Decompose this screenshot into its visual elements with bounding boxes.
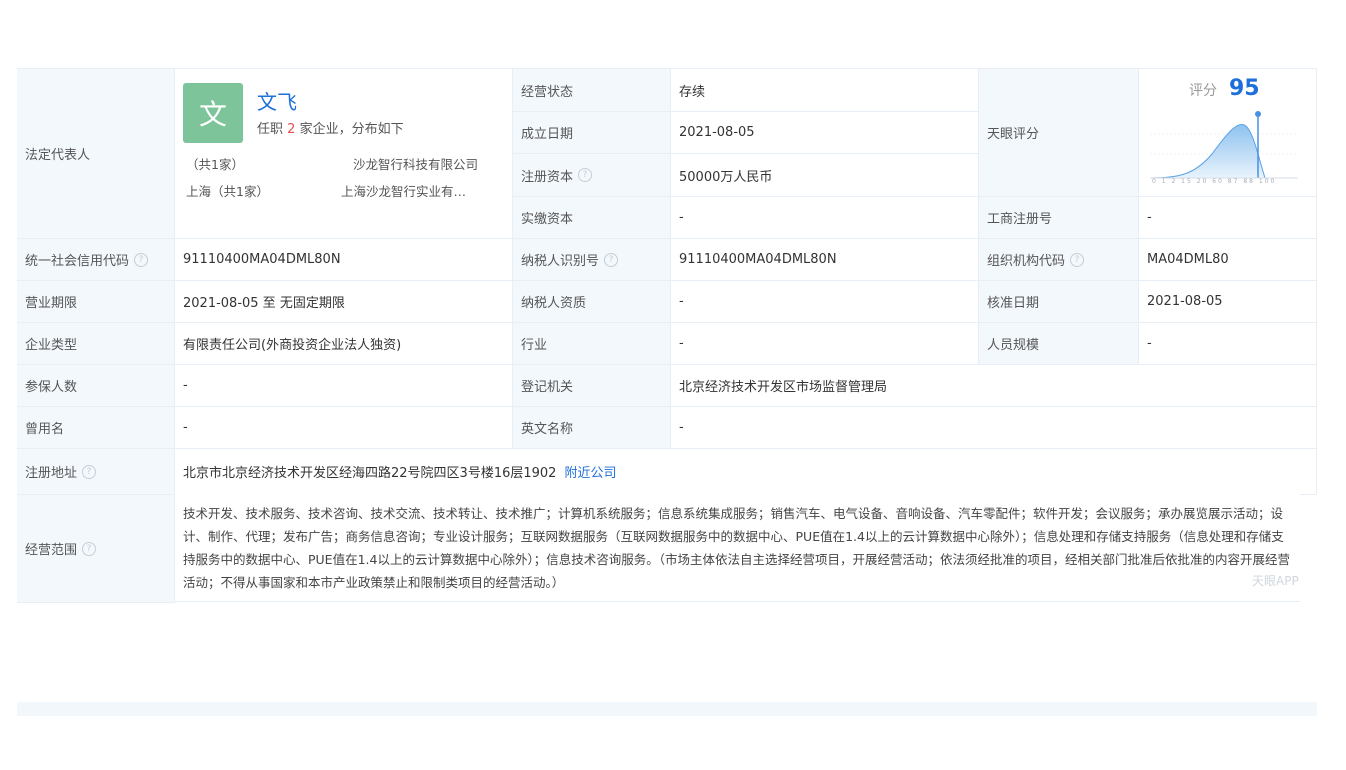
region-row-1: （共1家） [186, 157, 244, 172]
type-label: 企业类型 [17, 323, 175, 365]
legal-rep-name[interactable]: 文飞 [257, 86, 297, 115]
authority-value: 北京经济技术开发区市场监督管理局 [671, 365, 1317, 407]
tax-qual-value: - [671, 281, 979, 323]
biz-reg-label: 工商注册号 [979, 197, 1139, 239]
approve-label: 核准日期 [979, 281, 1139, 323]
bottom-bar [17, 702, 1317, 716]
staff-label: 人员规模 [979, 323, 1139, 365]
insured-value: - [175, 365, 513, 407]
help-icon[interactable]: ? [82, 464, 97, 479]
term-label: 营业期限 [17, 281, 175, 323]
insured-label: 参保人数 [17, 365, 175, 407]
staff-value: - [1139, 323, 1317, 365]
capital-label: 注册资本? [513, 154, 671, 197]
credit-label: 统一社会信用代码? [17, 239, 175, 281]
paid-label: 实缴资本 [513, 197, 671, 239]
positions-count[interactable]: 2 [287, 122, 295, 137]
founded-value: 2021-08-05 [671, 112, 979, 154]
watermark: 天眼APP [1252, 574, 1299, 588]
help-icon[interactable]: ? [578, 168, 593, 182]
biz-reg-value: - [1139, 197, 1317, 239]
region-company-2[interactable]: 上海沙龙智行实业有… [341, 181, 466, 200]
status-value: 存续 [671, 69, 979, 112]
score-prefix: 评分 [1189, 83, 1217, 99]
score-label: 天眼评分 [979, 69, 1139, 197]
founded-label: 成立日期 [513, 112, 671, 154]
help-icon[interactable]: ? [134, 252, 149, 267]
approve-value: 2021-08-05 [1139, 281, 1317, 323]
industry-value: - [671, 323, 979, 365]
tax-qual-label: 纳税人资质 [513, 281, 671, 323]
address-cell: 北京市北京经济技术开发区经海四路22号院四区3号楼16层1902 附近公司 [175, 449, 1317, 495]
org-label: 组织机构代码? [979, 239, 1139, 281]
taxpayer-label: 纳税人识别号? [513, 239, 671, 281]
address-label: 注册地址? [17, 449, 175, 495]
avatar[interactable]: 文 [183, 83, 243, 143]
score-marker-dot [1255, 111, 1261, 117]
legal-rep-label: 法定代表人 [17, 69, 175, 239]
industry-label: 行业 [513, 323, 671, 365]
region-row-2: 上海（共1家） [186, 184, 269, 199]
help-icon[interactable]: ? [604, 252, 619, 267]
credit-value: 91110400MA04DML80N [175, 239, 513, 281]
org-value: MA04DML80 [1139, 239, 1317, 281]
address-value: 北京市北京经济技术开发区经海四路22号院四区3号楼16层1902 [183, 466, 557, 481]
former-label: 曾用名 [17, 407, 175, 449]
paid-value: - [671, 197, 979, 239]
help-icon[interactable]: ? [1070, 252, 1085, 267]
score-value: 95 [1229, 76, 1260, 101]
score-axis-ticks: 0 1 2 15 20 60 87 88 100 [1152, 178, 1277, 185]
legal-rep-positions: 任职 2 家企业，分布如下 [257, 122, 404, 137]
region-company-1[interactable]: 沙龙智行科技有限公司 [353, 154, 478, 173]
term-value: 2021-08-05 至 无固定期限 [175, 281, 513, 323]
english-value: - [671, 407, 1317, 449]
type-value: 有限责任公司(外商投资企业法人独资) [175, 323, 513, 365]
scope-label: 经营范围? [17, 495, 175, 603]
english-label: 英文名称 [513, 407, 671, 449]
help-icon[interactable]: ? [82, 541, 97, 556]
taxpayer-value: 91110400MA04DML80N [671, 239, 979, 281]
capital-value: 50000万人民币 [671, 154, 979, 197]
former-value: - [175, 407, 513, 449]
scope-value: 技术开发、技术服务、技术咨询、技术交流、技术转让、技术推广；计算机系统服务；信息… [175, 494, 1300, 602]
status-label: 经营状态 [513, 69, 671, 112]
nearby-companies-link[interactable]: 附近公司 [564, 462, 616, 481]
score-curve [1150, 124, 1266, 179]
authority-label: 登记机关 [513, 365, 671, 407]
